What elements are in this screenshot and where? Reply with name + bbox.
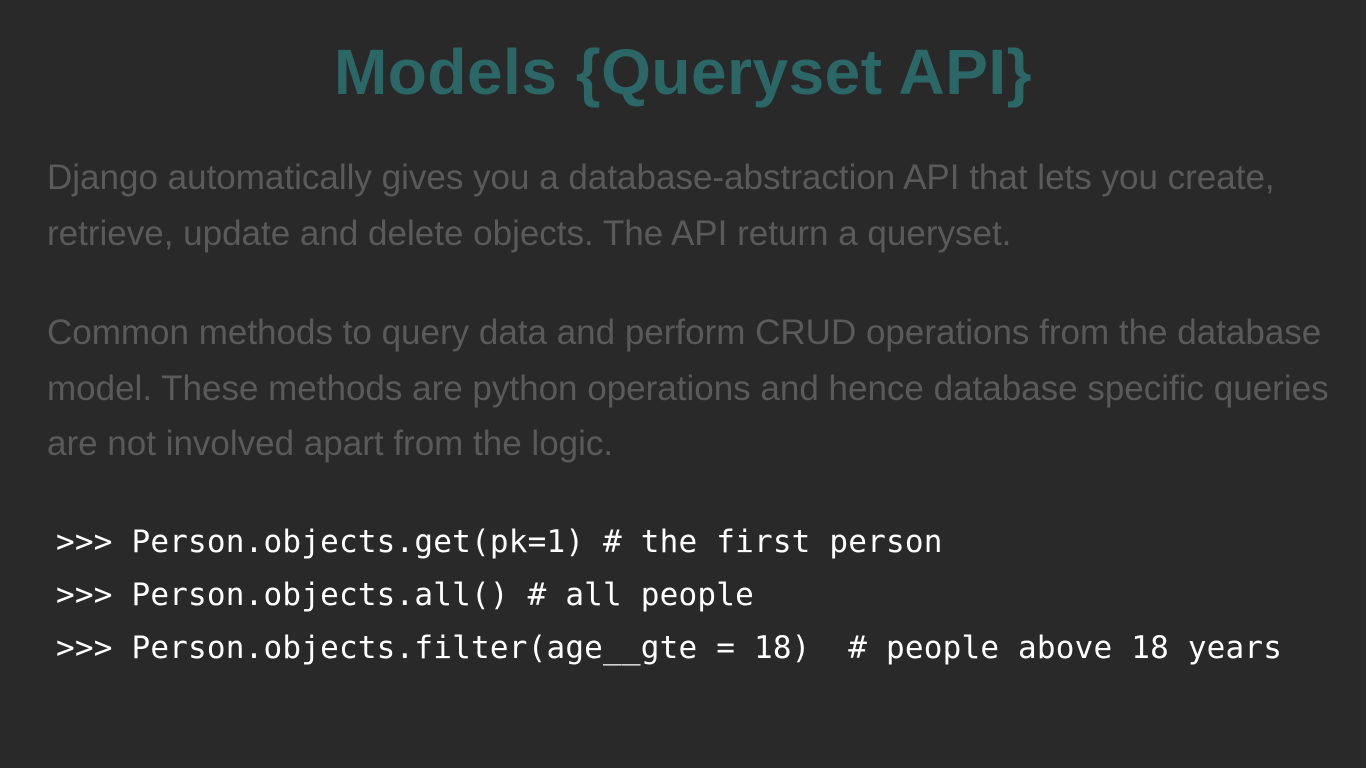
slide-title: Models {Queryset API} — [333, 36, 1033, 108]
code-line-get: >>> Person.objects.get(pk=1) # the first… — [56, 524, 943, 560]
methods-paragraph: Common methods to query data and perform… — [47, 313, 1329, 463]
intro-paragraph: Django automatically gives you a databas… — [47, 158, 1275, 253]
code-line-filter: >>> Person.objects.filter(age__gte = 18)… — [56, 630, 1283, 666]
slide: Models {Queryset API} Django automatical… — [0, 0, 1366, 768]
code-block: >>> Person.objects.get(pk=1) # the first… — [56, 516, 1346, 675]
code-line-all: >>> Person.objects.all() # all people — [56, 577, 754, 613]
